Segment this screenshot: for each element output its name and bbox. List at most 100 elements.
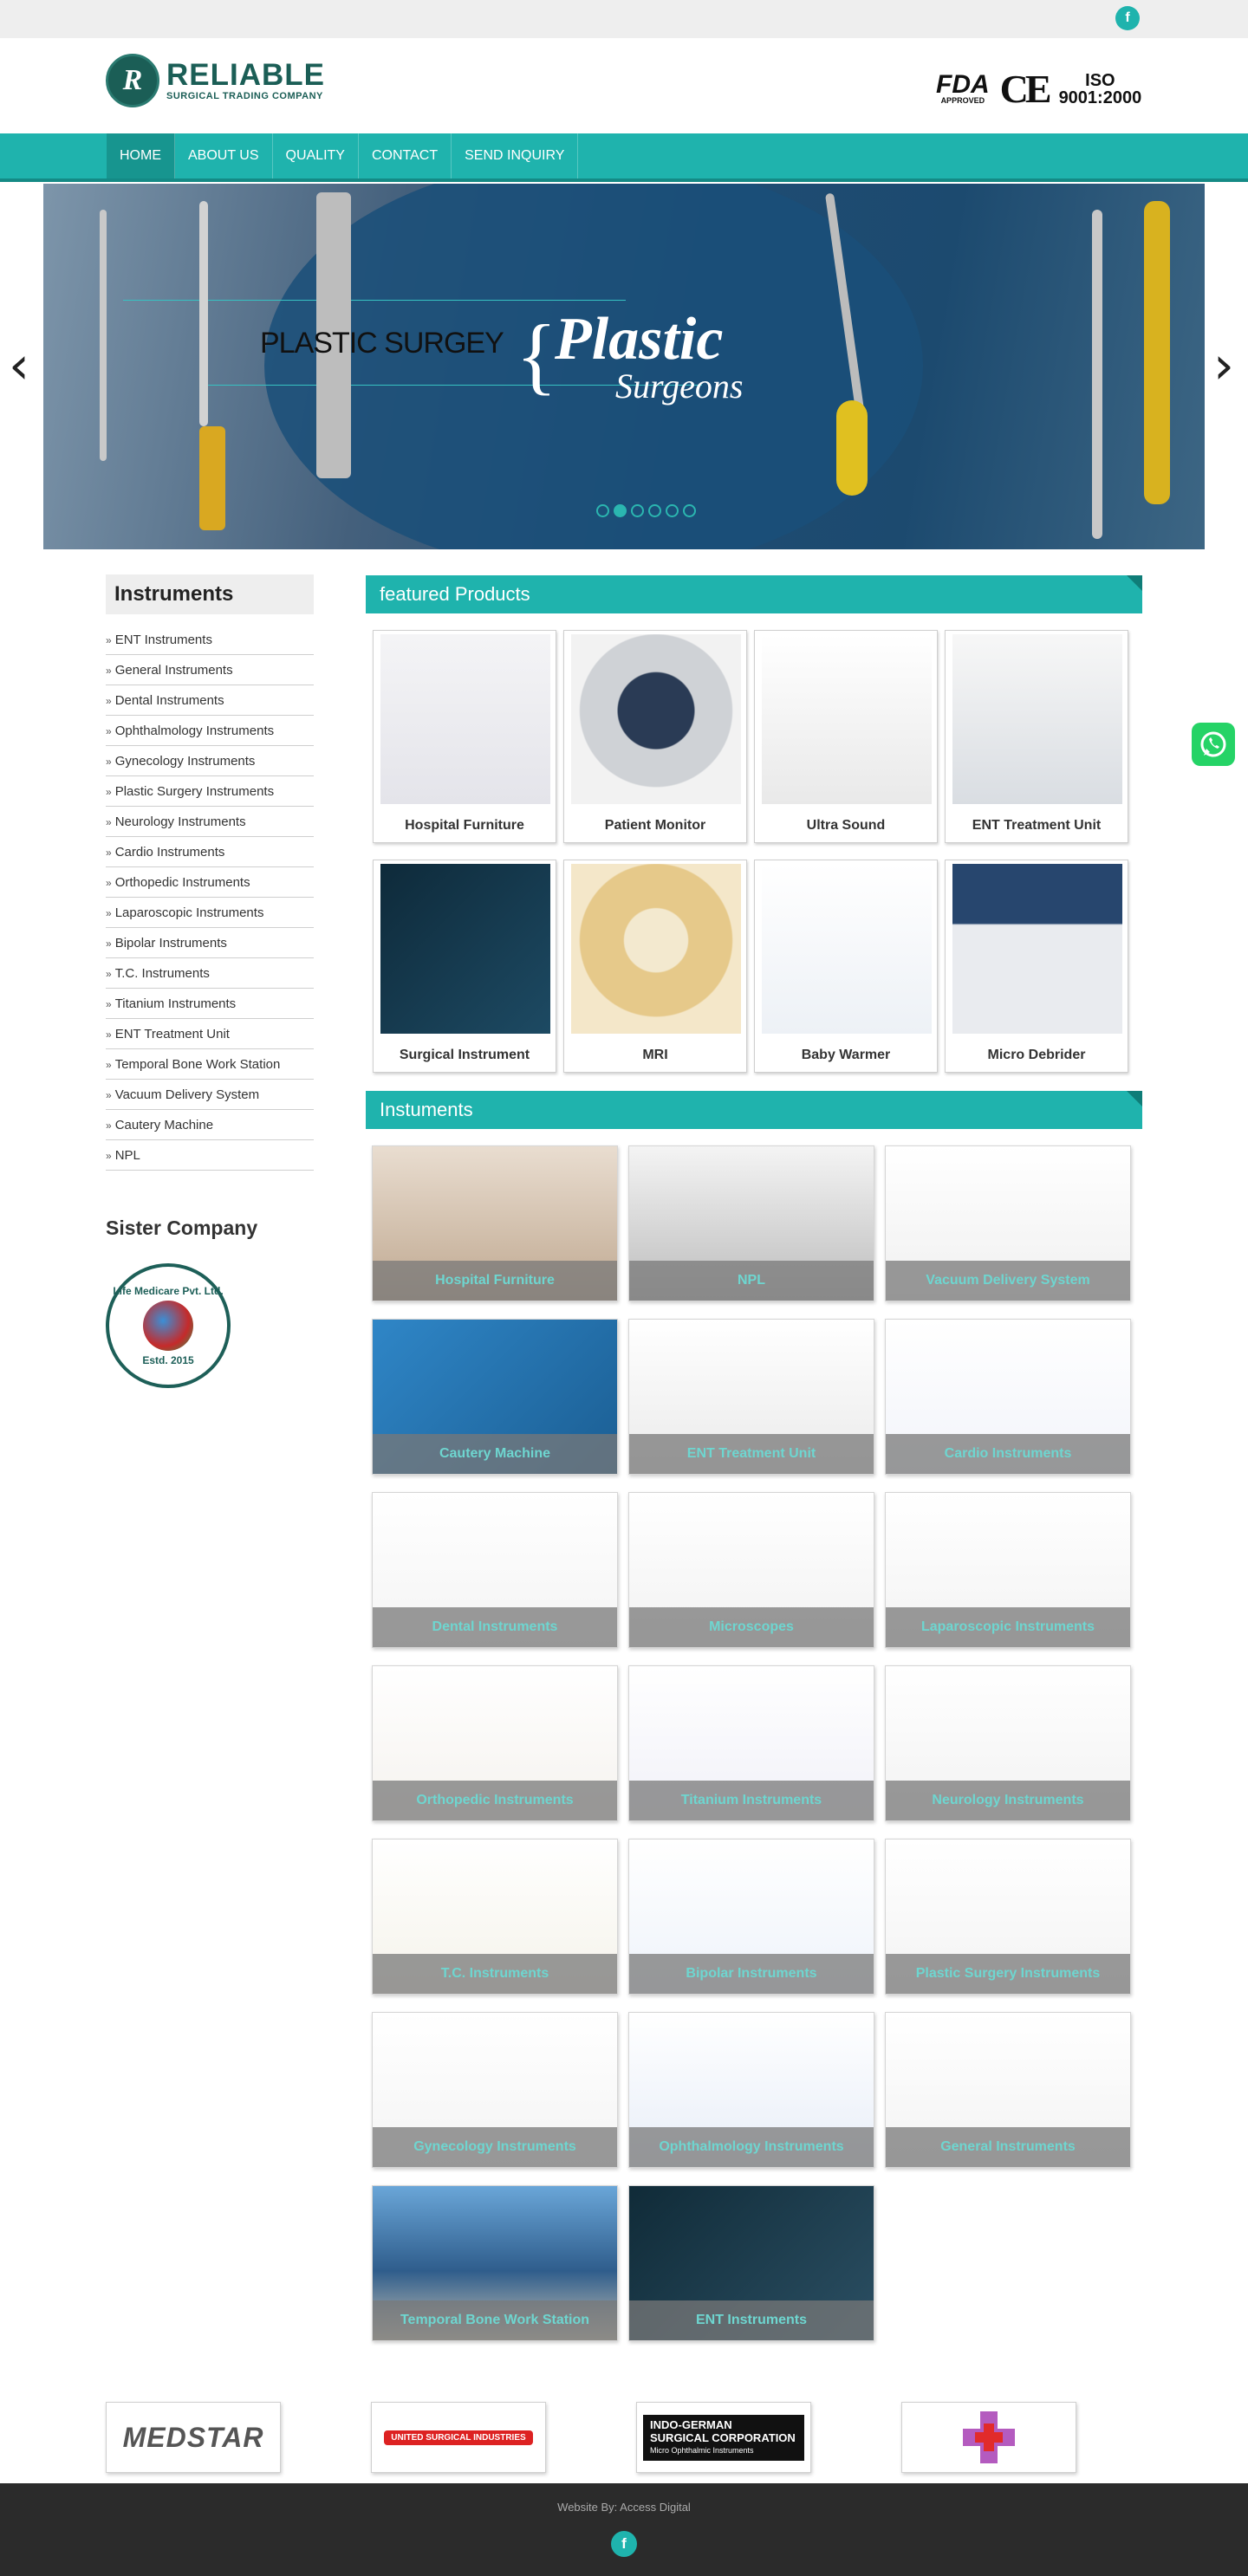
sidebar-item[interactable]: » Laparoscopic Instruments: [106, 898, 314, 928]
product-image: [762, 634, 932, 804]
instrument-label: General Instruments: [886, 2127, 1130, 2167]
instrument-card[interactable]: Ophthalmology Instruments: [628, 2012, 874, 2168]
slider-dot[interactable]: [596, 504, 609, 517]
nav-item-about-us[interactable]: ABOUT US: [175, 133, 273, 178]
product-label: Patient Monitor: [604, 818, 706, 833]
chevron-right-icon: »: [106, 634, 112, 646]
sister-emblem-icon: [143, 1301, 193, 1351]
sidebar-item[interactable]: » Cautery Machine: [106, 1110, 314, 1140]
sidebar-list: » ENT Instruments» General Instruments» Den…: [106, 625, 314, 1171]
nav-item-quality[interactable]: QUALITY: [273, 133, 359, 178]
footer-credit[interactable]: Website By: Access Digital: [0, 2501, 1248, 2514]
featured-product-card[interactable]: Patient Monitor: [563, 630, 747, 843]
iso-badge: ISO 9001:2000: [1058, 70, 1142, 107]
product-label: Baby Warmer: [801, 1048, 891, 1062]
whatsapp-icon[interactable]: [1192, 723, 1235, 766]
sidebar-item[interactable]: » NPL: [106, 1140, 314, 1171]
instrument-card[interactable]: Dental Instruments: [372, 1492, 618, 1648]
instrument-label: Bipolar Instruments: [629, 1954, 874, 1994]
product-label: Ultra Sound: [806, 818, 886, 833]
slider-prev-arrow[interactable]: ‹: [9, 340, 29, 392]
instrument-label: Cardio Instruments: [886, 1434, 1130, 1474]
slider-script-subtitle: Surgeons: [615, 367, 744, 406]
sidebar-item[interactable]: » Vacuum Delivery System: [106, 1080, 314, 1110]
sidebar-item[interactable]: » Neurology Instruments: [106, 807, 314, 837]
slider-dot[interactable]: [631, 504, 644, 517]
sidebar-item[interactable]: » Bipolar Instruments: [106, 928, 314, 958]
product-image: [762, 864, 932, 1034]
sidebar-item[interactable]: » ENT Instruments: [106, 625, 314, 655]
featured-product-card[interactable]: Micro Debrider: [945, 860, 1128, 1073]
sidebar-item[interactable]: » Titanium Instruments: [106, 989, 314, 1019]
sidebar-item[interactable]: » ENT Treatment Unit: [106, 1019, 314, 1049]
instrument-graphic: [100, 210, 107, 461]
featured-product-card[interactable]: Surgical Instrument: [373, 860, 556, 1073]
featured-product-card[interactable]: Ultra Sound: [754, 630, 938, 843]
chevron-right-icon: »: [106, 1028, 112, 1041]
sidebar-item-label: Temporal Bone Work Station: [114, 1057, 281, 1072]
nav-item-send-inquiry[interactable]: SEND INQUIRY: [452, 133, 579, 178]
instrument-card[interactable]: Vacuum Delivery System: [885, 1145, 1131, 1301]
slider-next-arrow[interactable]: ›: [1213, 340, 1234, 392]
sidebar-item[interactable]: » Plastic Surgery Instruments: [106, 776, 314, 807]
facebook-icon[interactable]: f: [1115, 6, 1140, 30]
brand-medstar[interactable]: MEDSTAR: [106, 2402, 281, 2473]
slider-dot[interactable]: [648, 504, 661, 517]
instrument-label: Orthopedic Instruments: [373, 1781, 617, 1820]
slider-dots: [596, 504, 696, 517]
sidebar-item[interactable]: » Temporal Bone Work Station: [106, 1049, 314, 1080]
instrument-card[interactable]: Microscopes: [628, 1492, 874, 1648]
instrument-card[interactable]: Orthopedic Instruments: [372, 1665, 618, 1821]
instrument-card[interactable]: Temporal Bone Work Station: [372, 2185, 618, 2341]
instrument-card[interactable]: ENT Instruments: [628, 2185, 874, 2341]
chevron-right-icon: »: [106, 998, 112, 1010]
instrument-card[interactable]: T.C. Instruments: [372, 1839, 618, 1995]
hero-slider[interactable]: PLASTIC SURGEY { Plastic Surgeons: [43, 184, 1205, 549]
slider-dot[interactable]: [666, 504, 679, 517]
brand-indo-german[interactable]: INDO-GERMAN SURGICAL CORPORATION Micro O…: [636, 2402, 811, 2473]
instrument-card[interactable]: Hospital Furniture: [372, 1145, 618, 1301]
sister-company-logo[interactable]: Life Medicare Pvt. Ltd. Estd. 2015: [106, 1263, 231, 1388]
product-label: Surgical Instrument: [399, 1048, 530, 1062]
sidebar-item[interactable]: » Cardio Instruments: [106, 837, 314, 867]
instrument-card[interactable]: Bipolar Instruments: [628, 1839, 874, 1995]
sidebar-item[interactable]: » Dental Instruments: [106, 685, 314, 716]
instrument-card[interactable]: NPL: [628, 1145, 874, 1301]
slider-dot[interactable]: [614, 504, 627, 517]
instrument-label: Microscopes: [629, 1607, 874, 1647]
facebook-icon[interactable]: f: [611, 2531, 637, 2557]
instrument-card[interactable]: Laparoscopic Instruments: [885, 1492, 1131, 1648]
sidebar-item[interactable]: » Gynecology Instruments: [106, 746, 314, 776]
nav-item-contact[interactable]: CONTACT: [359, 133, 452, 178]
featured-product-card[interactable]: ENT Treatment Unit: [945, 630, 1128, 843]
sidebar-item-label: Bipolar Instruments: [114, 936, 227, 951]
sidebar-item[interactable]: » T.C. Instruments: [106, 958, 314, 989]
brand-united[interactable]: UNITED SURGICAL INDUSTRIES: [371, 2402, 546, 2473]
instrument-card[interactable]: Cardio Instruments: [885, 1319, 1131, 1475]
instrument-card[interactable]: Neurology Instruments: [885, 1665, 1131, 1821]
featured-product-card[interactable]: Hospital Furniture: [373, 630, 556, 843]
chevron-right-icon: »: [106, 695, 112, 707]
sidebar-item[interactable]: » Orthopedic Instruments: [106, 867, 314, 898]
instrument-card[interactable]: Plastic Surgery Instruments: [885, 1839, 1131, 1995]
logo-mark: R: [106, 54, 159, 107]
featured-section-title: featured Products: [366, 575, 1142, 613]
chevron-right-icon: »: [106, 1119, 112, 1132]
brand-medical-cross[interactable]: [901, 2402, 1076, 2473]
instrument-card[interactable]: ENT Treatment Unit: [628, 1319, 874, 1475]
sidebar-item-label: Laparoscopic Instruments: [114, 905, 264, 920]
featured-product-card[interactable]: Baby Warmer: [754, 860, 938, 1073]
medical-cross-icon: [963, 2411, 1015, 2463]
instrument-card[interactable]: General Instruments: [885, 2012, 1131, 2168]
nav-item-home[interactable]: HOME: [107, 133, 175, 178]
instrument-card[interactable]: Cautery Machine: [372, 1319, 618, 1475]
instrument-card[interactable]: Gynecology Instruments: [372, 2012, 618, 2168]
slider-dot[interactable]: [683, 504, 696, 517]
sidebar-item-label: NPL: [114, 1148, 140, 1163]
site-logo[interactable]: R RELIABLE SURGICAL TRADING COMPANY: [106, 54, 325, 107]
sidebar-item[interactable]: » Ophthalmology Instruments: [106, 716, 314, 746]
sidebar-item[interactable]: » General Instruments: [106, 655, 314, 685]
instrument-card[interactable]: Titanium Instruments: [628, 1665, 874, 1821]
product-image: [952, 634, 1122, 804]
featured-product-card[interactable]: MRI: [563, 860, 747, 1073]
